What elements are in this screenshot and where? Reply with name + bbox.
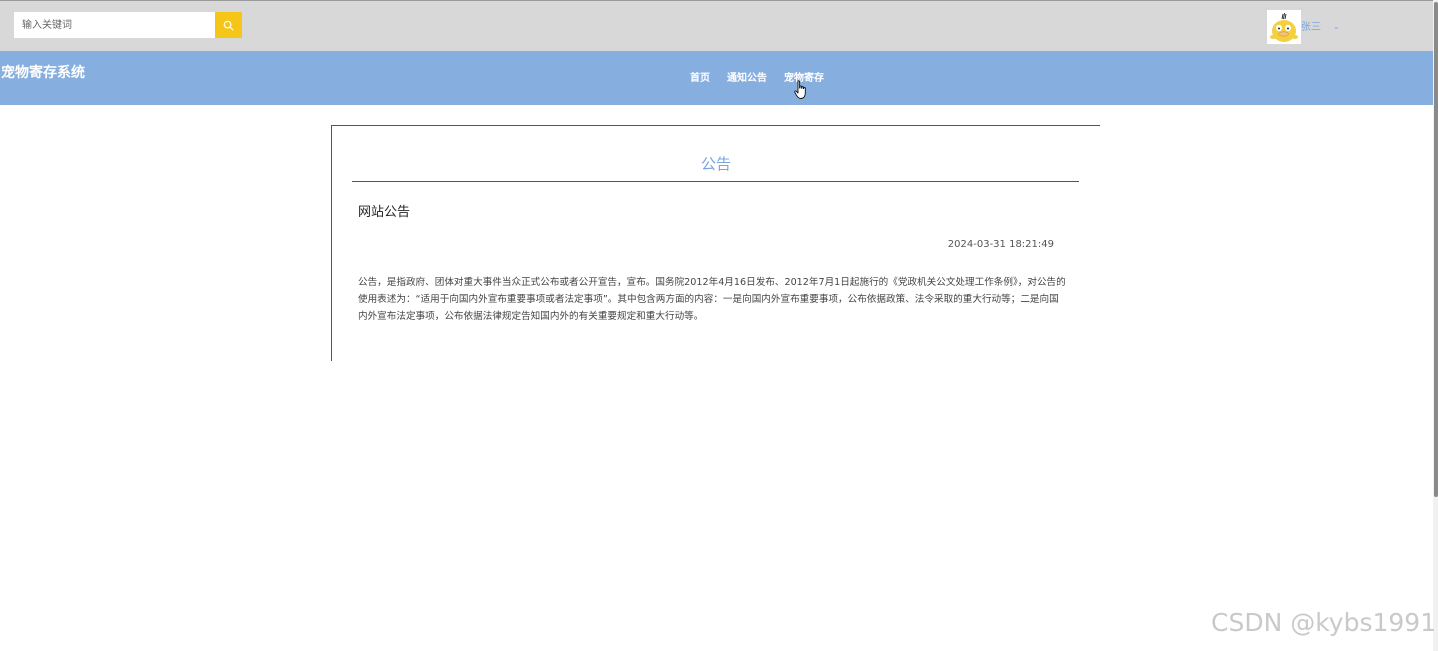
- avatar[interactable]: [1267, 10, 1301, 44]
- hand-cursor-icon: [794, 80, 806, 99]
- chevron-down-icon[interactable]: ⌄: [1333, 22, 1340, 31]
- duck-avatar-icon: [1267, 10, 1301, 44]
- user-menu[interactable]: 张三 ⌄: [1267, 10, 1340, 44]
- search-icon: [223, 20, 234, 30]
- username[interactable]: 张三: [1301, 18, 1321, 33]
- nav-item-announcements[interactable]: 通知公告: [727, 69, 767, 84]
- search-bar: [14, 12, 242, 38]
- divider: [352, 181, 1079, 182]
- main-navbar: 宠物寄存系统 首页 通知公告 宠物寄存: [0, 51, 1433, 105]
- notice-title: 网站公告: [358, 205, 411, 220]
- notice-body: 公告，是指政府、团体对重大事件当众正式公布或者公开宣告，宣布。国务院2012年4…: [358, 277, 1066, 322]
- nav-item-home[interactable]: 首页: [690, 69, 710, 84]
- site-title: 宠物寄存系统: [1, 65, 85, 81]
- watermark: CSDN @kybs1991: [1211, 608, 1437, 637]
- notice-date: 2024-03-31 18:21:49: [947, 239, 1054, 250]
- announcement-card: 公告 网站公告 2024-03-31 18:21:49 公告，是指政府、团体对重…: [331, 125, 1100, 361]
- card-title: 公告: [700, 155, 731, 173]
- top-bar: 张三 ⌄: [0, 0, 1433, 51]
- search-input[interactable]: [14, 12, 215, 38]
- nav-menu: 首页 通知公告 宠物寄存: [690, 69, 841, 84]
- search-button[interactable]: [215, 12, 242, 38]
- vertical-scrollbar[interactable]: [1433, 0, 1438, 651]
- scrollbar-thumb[interactable]: [1434, 2, 1438, 497]
